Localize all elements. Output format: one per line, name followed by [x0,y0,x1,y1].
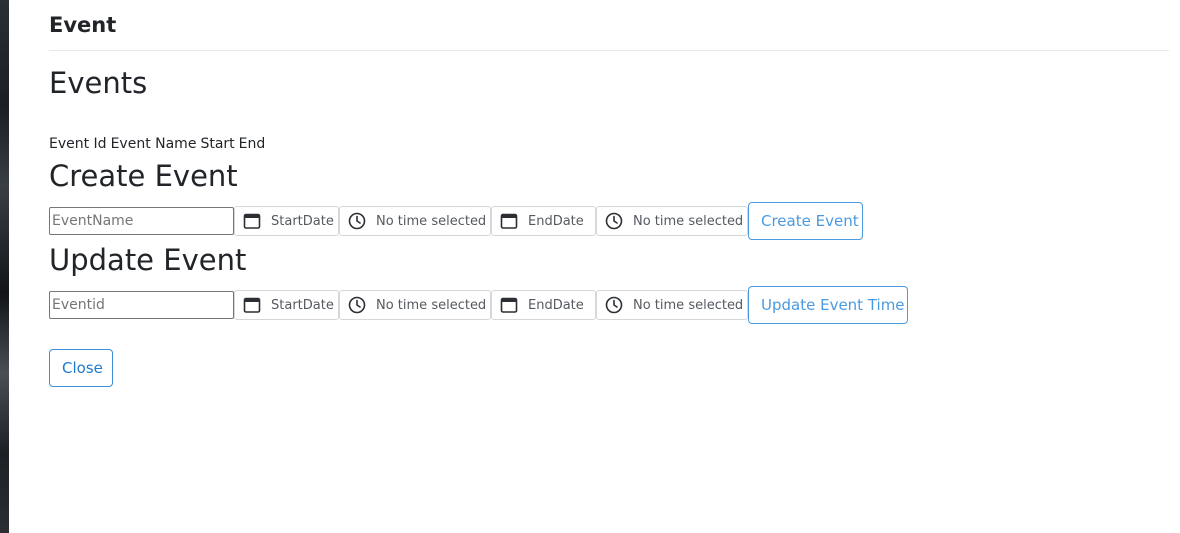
close-button[interactable]: Close [49,349,113,387]
clock-icon [348,296,366,314]
events-table-header: Event Id Event Name Start End [49,135,269,153]
column-header-event-name: Event Name [110,136,197,152]
column-header-start: Start [200,136,235,152]
column-header-end: End [238,136,266,152]
update-start-time-label: No time selected [376,297,487,313]
modal-header: Event [49,0,1169,51]
create-end-time-label: No time selected [633,213,744,229]
update-start-date-label: StartDate [271,297,334,313]
update-end-time-picker[interactable]: No time selected [596,290,748,320]
clock-icon [605,212,623,230]
create-end-date-picker[interactable]: EndDate [491,206,596,236]
create-start-date-label: StartDate [271,213,334,229]
calendar-icon [243,213,261,229]
event-name-input[interactable] [49,207,234,235]
update-start-time-picker[interactable]: No time selected [339,290,491,320]
column-header-event-id: Event Id [49,136,107,152]
modal-title: Event [49,13,117,37]
update-event-heading: Update Event [49,243,247,277]
event-id-input[interactable] [49,291,234,319]
update-event-time-button[interactable]: Update Event Time [748,286,908,324]
calendar-icon [500,297,518,313]
update-end-date-picker[interactable]: EndDate [491,290,596,320]
update-event-form: StartDate No time selected EndDate No ti… [49,286,908,324]
create-event-button[interactable]: Create Event [748,202,863,240]
calendar-icon [500,213,518,229]
create-end-time-picker[interactable]: No time selected [596,206,748,236]
update-end-time-label: No time selected [633,297,744,313]
create-event-heading: Create Event [49,159,238,193]
event-modal: Event Events Event Id Event Name Start End … [9,0,1180,533]
events-heading: Events [49,66,148,100]
create-start-time-picker[interactable]: No time selected [339,206,491,236]
create-start-time-label: No time selected [376,213,487,229]
create-end-date-label: EndDate [528,213,584,229]
background-edge [0,0,9,533]
create-event-form: StartDate No time selected EndDate No ti… [49,202,863,240]
update-end-date-label: EndDate [528,297,584,313]
clock-icon [605,296,623,314]
calendar-icon [243,297,261,313]
clock-icon [348,212,366,230]
update-start-date-picker[interactable]: StartDate [234,290,339,320]
create-start-date-picker[interactable]: StartDate [234,206,339,236]
